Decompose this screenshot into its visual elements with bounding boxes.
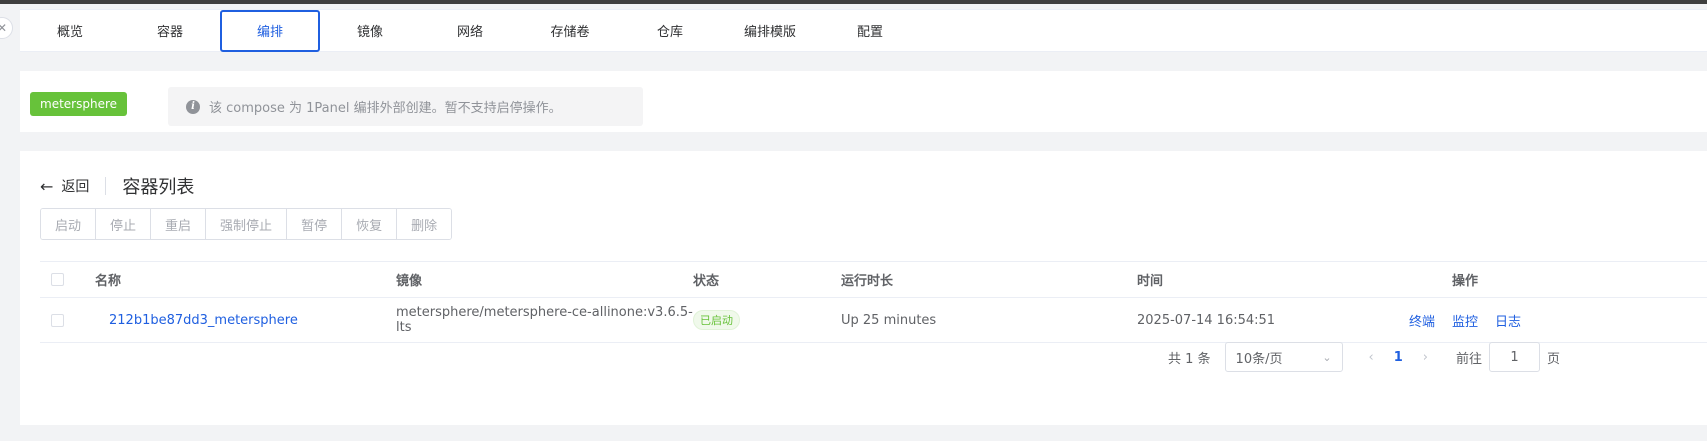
column-time: 时间 — [1137, 274, 1164, 289]
goto-page: 前往 1 页 — [1456, 342, 1560, 372]
pause-button[interactable]: 暂停 — [287, 209, 343, 239]
tab-bar: 概览 容器 编排 镜像 网络 存储卷 仓库 编排模版 配置 — [20, 9, 1707, 52]
column-name: 名称 — [95, 274, 122, 289]
logs-link[interactable]: 日志 — [1495, 311, 1521, 330]
container-table: 名称 镜像 状态 运行时长 时间 操作 212b1be87dd3_metersp… — [40, 261, 1707, 343]
tab-compose[interactable]: 编排 — [220, 9, 320, 52]
container-ops-cell: 终端 监控 日志 — [1409, 311, 1707, 330]
monitor-link[interactable]: 监控 — [1452, 311, 1478, 330]
delete-button[interactable]: 删除 — [397, 209, 452, 239]
top-bar — [0, 0, 1707, 4]
arrow-left-icon: ← — [40, 176, 54, 196]
header-divider — [105, 177, 107, 195]
page-header: ← 返回 容器列表 — [40, 173, 194, 199]
page-number[interactable]: 1 — [1394, 350, 1403, 365]
page-size-value: 10条/页 — [1235, 351, 1283, 367]
back-button[interactable]: ← 返回 — [40, 176, 89, 196]
container-image-cell: metersphere/metersphere-ce-allinone:v3.6… — [396, 305, 693, 335]
next-page-icon[interactable]: › — [1423, 350, 1428, 365]
tab-settings[interactable]: 配置 — [820, 10, 920, 51]
compose-notice: i 该 compose 为 1Panel 编排外部创建。暂不支持启停操作。 — [168, 87, 643, 126]
tab-images[interactable]: 镜像 — [320, 10, 420, 51]
column-image: 镜像 — [396, 274, 423, 289]
close-icon: ✕ — [0, 21, 7, 35]
container-state-cell: 已启动 — [693, 310, 841, 330]
force-stop-button[interactable]: 强制停止 — [206, 209, 288, 239]
page-size-select[interactable]: 10条/页 ⌄ — [1224, 342, 1343, 372]
container-name-cell: 212b1be87dd3_metersphere — [95, 313, 396, 328]
table-header: 名称 镜像 状态 运行时长 时间 操作 — [40, 261, 1707, 298]
tab-networks[interactable]: 网络 — [420, 10, 520, 51]
container-list-card: ← 返回 容器列表 启动 停止 重启 强制停止 暂停 恢复 删除 名称 镜像 状… — [20, 151, 1707, 425]
column-state: 状态 — [693, 274, 720, 289]
back-label: 返回 — [61, 179, 90, 195]
tab-overview[interactable]: 概览 — [20, 10, 120, 51]
column-operations: 操作 — [1452, 274, 1479, 289]
select-all-cell — [40, 273, 95, 286]
stop-button[interactable]: 停止 — [96, 209, 152, 239]
collapse-sidebar-button[interactable]: ✕ — [0, 17, 13, 39]
compose-notice-text: 该 compose 为 1Panel 编排外部创建。暂不支持启停操作。 — [209, 101, 562, 116]
terminal-link[interactable]: 终端 — [1409, 311, 1435, 330]
tab-containers[interactable]: 容器 — [120, 10, 220, 51]
start-button[interactable]: 启动 — [41, 209, 97, 239]
select-all-checkbox[interactable] — [51, 273, 64, 286]
container-name-link[interactable]: 212b1be87dd3_metersphere — [95, 313, 298, 328]
goto-page-input[interactable]: 1 — [1489, 342, 1541, 372]
chevron-down-icon: ⌄ — [1322, 350, 1332, 364]
action-button-group: 启动 停止 重启 强制停止 暂停 恢复 删除 — [40, 208, 453, 240]
prev-page-icon[interactable]: ‹ — [1369, 350, 1374, 365]
compose-info-card: metersphere i 该 compose 为 1Panel 编排外部创建。… — [20, 71, 1707, 132]
column-uptime: 运行时长 — [841, 274, 894, 289]
container-uptime-cell: Up 25 minutes — [841, 312, 937, 328]
pager: ‹ 1 › — [1369, 350, 1428, 365]
total-count: 共 1 条 — [1168, 351, 1211, 367]
container-time-cell: 2025-07-14 16:54:51 — [1137, 312, 1276, 328]
row-checkbox[interactable] — [51, 313, 64, 327]
info-icon: i — [186, 99, 200, 114]
status-badge: 已启动 — [693, 310, 740, 330]
restart-button[interactable]: 重启 — [151, 209, 207, 239]
tab-volumes[interactable]: 存储卷 — [520, 10, 620, 51]
compose-name-tag: metersphere — [30, 92, 128, 116]
goto-label: 前往 — [1456, 351, 1483, 367]
page-title: 容器列表 — [122, 177, 195, 198]
row-select-cell — [40, 313, 95, 327]
page-suffix: 页 — [1547, 351, 1561, 367]
tab-compose-templates[interactable]: 编排模版 — [720, 10, 820, 51]
resume-button[interactable]: 恢复 — [342, 209, 398, 239]
pagination: 共 1 条 10条/页 ⌄ ‹ 1 › 前往 1 页 — [1168, 342, 1560, 372]
table-row: 212b1be87dd3_metersphere metersphere/met… — [40, 298, 1707, 343]
tab-repositories[interactable]: 仓库 — [620, 10, 720, 51]
